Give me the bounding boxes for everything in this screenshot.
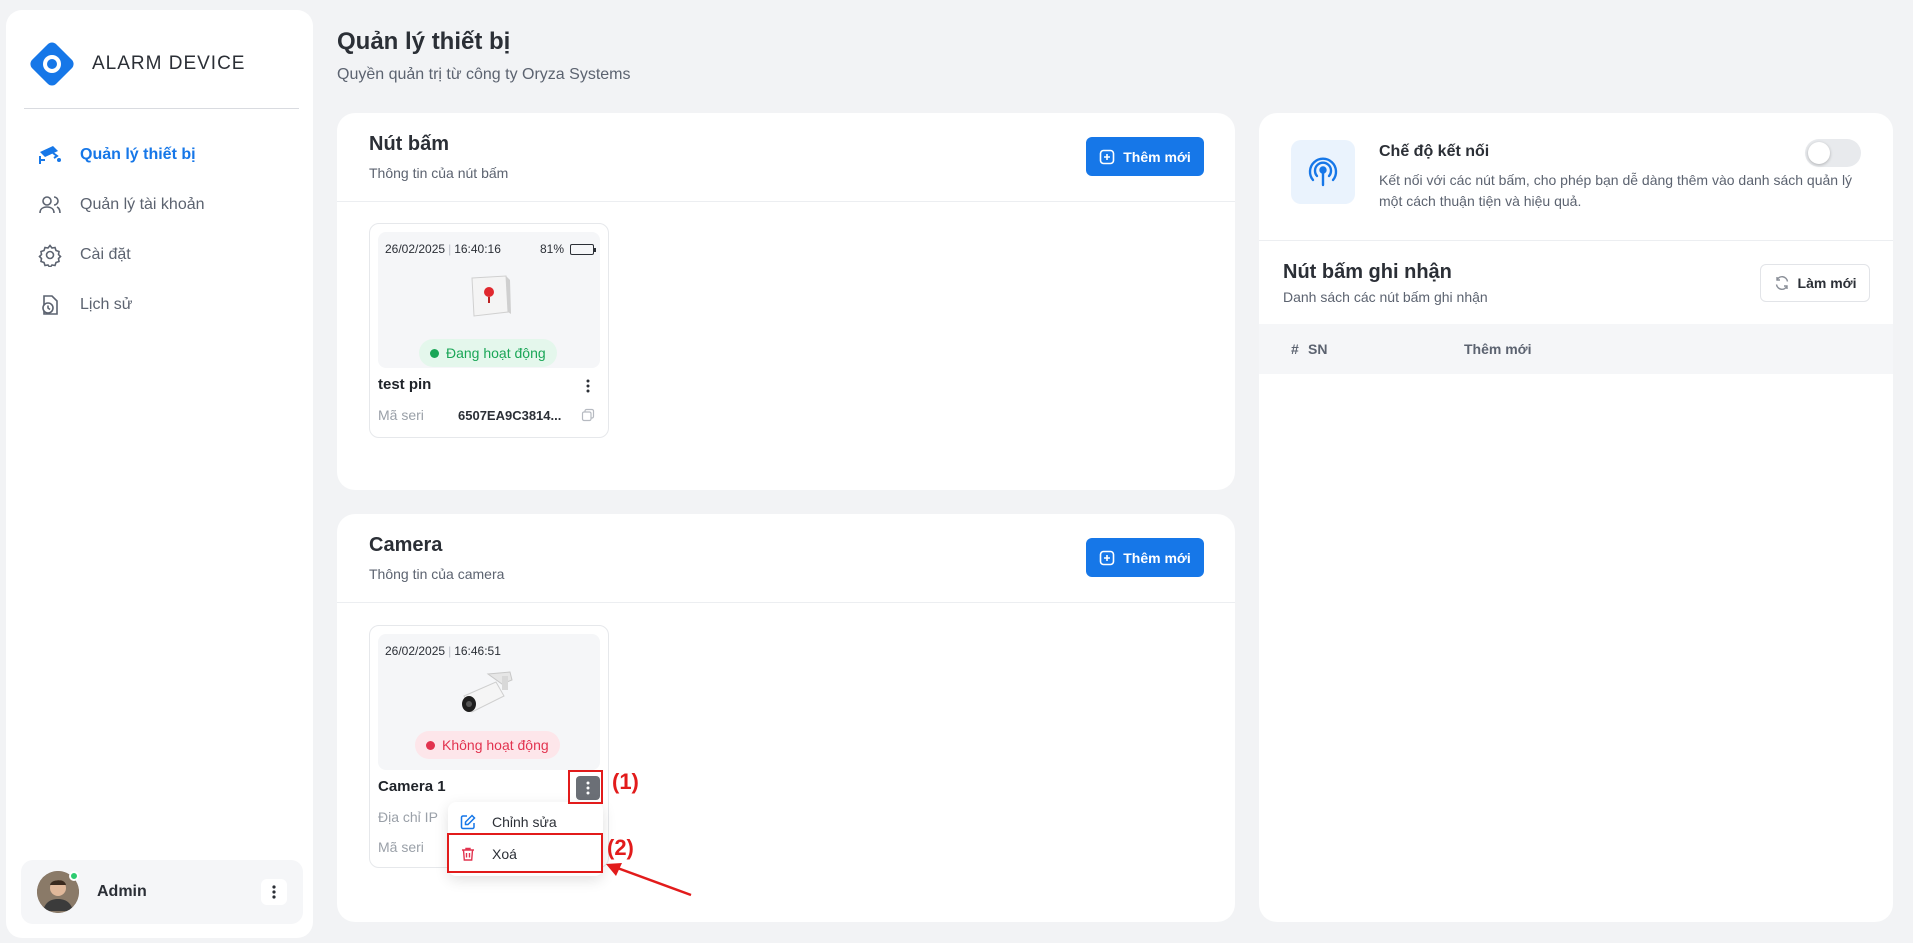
panel-divider	[337, 201, 1235, 202]
sidebar-item-devices[interactable]: Quản lý thiết bị	[36, 130, 306, 180]
sidebar-nav: Quản lý thiết bị Quản lý tài khoản Cài đ…	[36, 130, 306, 330]
cctv-camera-icon	[36, 141, 64, 169]
buttons-panel: Nút bấm Thông tin của nút bấm Thêm mới 2…	[337, 113, 1235, 490]
device-time: 16:46:51	[454, 644, 501, 658]
column-header-added: Thêm mới	[1464, 341, 1532, 357]
recorded-title: Nút bấm ghi nhận	[1283, 261, 1452, 283]
device-media: 26/02/2025 | 16:40:16 81% Đang hoạt động	[378, 232, 600, 368]
ip-label: Địa chỉ IP	[378, 809, 438, 825]
status-dot	[426, 740, 435, 750]
app-logo[interactable]: ALARM DEVICE	[26, 38, 245, 90]
annotation-label-step1: (1)	[612, 769, 639, 794]
sidebar: ALARM DEVICE Quản lý thiết bị Quản lý tà…	[6, 10, 313, 938]
annotation-box-step2	[447, 833, 603, 873]
history-icon	[36, 291, 64, 319]
battery-indicator: 81%	[539, 242, 596, 256]
device-date: 26/02/2025	[385, 644, 446, 658]
panic-button-icon	[466, 274, 512, 323]
online-status-dot	[69, 871, 79, 881]
logo-divider	[24, 108, 299, 109]
annotation-arrow-icon	[606, 863, 692, 897]
sidebar-item-label: Quản lý thiết bị	[80, 146, 196, 163]
kebab-icon	[586, 379, 590, 393]
refresh-button[interactable]: Làm mới	[1760, 264, 1870, 302]
sidebar-item-accounts[interactable]: Quản lý tài khoản	[36, 180, 306, 230]
device-menu-button[interactable]	[576, 374, 600, 398]
sidebar-item-label: Quản lý tài khoản	[80, 196, 205, 213]
user-name: Admin	[97, 883, 147, 900]
bullet-camera-icon	[458, 670, 518, 727]
status-badge: Không hoạt động	[415, 731, 560, 759]
status-dot	[430, 348, 439, 358]
plus-square-icon	[1099, 550, 1115, 565]
status-badge: Đang hoạt động	[419, 339, 557, 367]
device-timestamp: 26/02/2025 | 16:46:51	[385, 644, 501, 658]
sidebar-item-history[interactable]: Lịch sử	[36, 280, 306, 330]
device-time: 16:40:16	[454, 242, 501, 256]
battery-percent: 81%	[539, 242, 564, 256]
refresh-icon	[1775, 276, 1788, 290]
column-header-sn: SN	[1308, 341, 1328, 357]
refresh-label: Làm mới	[1797, 275, 1857, 291]
panel-subtitle: Thông tin của nút bấm	[369, 165, 509, 181]
panel-title: Nút bấm	[369, 133, 449, 155]
gear-icon	[36, 241, 64, 269]
sidebar-item-label: Cài đặt	[80, 246, 131, 263]
device-card-button[interactable]: 26/02/2025 | 16:40:16 81% Đang hoạt động t…	[369, 223, 609, 438]
serial-label: Mã seri	[378, 839, 424, 855]
connect-panel: Chế độ kết nối Kết nối với các nút bấm, …	[1259, 113, 1893, 922]
menu-item-edit-label: Chỉnh sửa	[492, 814, 557, 830]
connect-mode-description: Kết nối với các nút bấm, cho phép bạn dễ…	[1379, 172, 1853, 209]
recorded-table-body	[1259, 374, 1893, 894]
device-media: 26/02/2025 | 16:46:51 Không hoạt động	[378, 634, 600, 770]
user-menu-button[interactable]	[261, 879, 287, 905]
copy-icon[interactable]	[581, 408, 595, 427]
users-icon	[36, 191, 64, 219]
column-header-index: #	[1291, 341, 1299, 357]
device-date: 26/02/2025	[385, 242, 446, 256]
logo-text: ALARM DEVICE	[92, 53, 246, 74]
panel-divider	[337, 602, 1235, 603]
connect-mode-toggle[interactable]	[1805, 139, 1861, 167]
status-text: Đang hoạt động	[446, 345, 546, 361]
panel-divider	[1259, 240, 1893, 241]
panel-subtitle: Thông tin của camera	[369, 566, 505, 582]
sidebar-item-settings[interactable]: Cài đặt	[36, 230, 306, 280]
add-camera-button[interactable]: Thêm mới	[1086, 538, 1204, 577]
sidebar-item-label: Lịch sử	[80, 296, 133, 313]
status-text: Không hoạt động	[442, 737, 549, 753]
device-timestamp: 26/02/2025 | 16:40:16	[385, 242, 501, 256]
page-subtitle: Quyền quản trị từ công ty Oryza Systems	[337, 66, 631, 83]
add-button-button[interactable]: Thêm mới	[1086, 137, 1204, 176]
connect-mode-title: Chế độ kết nối	[1379, 143, 1490, 160]
kebab-icon	[272, 885, 276, 899]
battery-icon	[570, 243, 596, 255]
device-name: Camera 1	[378, 778, 446, 795]
recorded-table-header: # SN Thêm mới	[1259, 324, 1893, 374]
plus-square-icon	[1099, 149, 1115, 164]
recorded-subtitle: Danh sách các nút bấm ghi nhận	[1283, 289, 1488, 305]
wifi-broadcast-icon	[1291, 140, 1355, 204]
page-title: Quản lý thiết bị	[337, 28, 511, 55]
serial-label: Mã seri	[378, 407, 424, 423]
annotation-box-step1	[568, 770, 603, 804]
toggle-knob	[1808, 142, 1830, 164]
add-camera-label: Thêm mới	[1123, 549, 1191, 566]
edit-icon	[460, 814, 476, 830]
device-name: test pin	[378, 376, 432, 393]
add-button-label: Thêm mới	[1123, 148, 1191, 165]
user-card[interactable]: Admin	[21, 860, 303, 924]
avatar	[37, 871, 79, 913]
serial-value: 6507EA9C3814...	[458, 408, 562, 423]
panel-title: Camera	[369, 534, 443, 556]
logo-icon	[26, 38, 78, 90]
